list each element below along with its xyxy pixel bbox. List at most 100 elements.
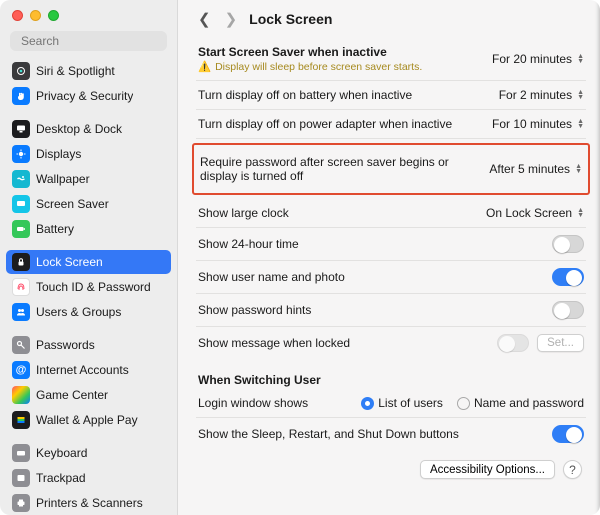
sidebar-item-label: Passwords <box>36 338 95 352</box>
stepper-icon: ▲▼ <box>577 90 584 100</box>
toggle-username-photo[interactable] <box>552 268 584 286</box>
radio-name-and-password[interactable]: Name and password <box>457 396 584 410</box>
display-icon <box>12 145 30 163</box>
large-clock-select[interactable]: On Lock Screen ▲▼ <box>486 206 584 220</box>
set-message-button[interactable]: Set... <box>537 334 584 352</box>
printer-icon <box>12 494 30 512</box>
accessibility-options-button[interactable]: Accessibility Options... <box>420 460 555 479</box>
sidebar-item-users[interactable]: Users & Groups <box>6 300 171 324</box>
row-large-clock: Show large clock On Lock Screen ▲▼ <box>196 199 586 228</box>
row-label: Show 24-hour time <box>198 237 540 251</box>
sidebar-nav: Siri & Spotlight Privacy & Security Desk… <box>0 59 177 515</box>
row-power-off: Turn display off on power adapter when i… <box>196 110 586 139</box>
sidebar-item-label: Game Center <box>36 388 108 402</box>
sidebar-item-label: Internet Accounts <box>36 363 129 377</box>
row-label: Show message when locked <box>198 336 485 350</box>
sidebar-item-label: Wallet & Apple Pay <box>36 413 138 427</box>
key-icon <box>12 336 30 354</box>
main-panel: ❮ ❯ Lock Screen Start Screen Saver when … <box>178 0 600 515</box>
main-header: ❮ ❯ Lock Screen <box>178 0 600 34</box>
row-screensaver-inactive: Start Screen Saver when inactive ⚠️ Disp… <box>196 38 586 81</box>
sidebar-item-label: Wallpaper <box>36 172 90 186</box>
screensaver-inactive-select[interactable]: For 20 minutes ▲▼ <box>492 52 584 66</box>
sidebar-item-siri[interactable]: Siri & Spotlight <box>6 59 171 83</box>
sidebar-item-label: Lock Screen <box>36 255 103 269</box>
keyboard-icon <box>12 444 30 462</box>
sidebar-item-label: Trackpad <box>36 471 86 485</box>
at-icon: @ <box>12 361 30 379</box>
row-label: Login window shows <box>198 396 349 410</box>
back-button[interactable]: ❮ <box>196 10 213 28</box>
row-sleep-restart-buttons: Show the Sleep, Restart, and Shut Down b… <box>196 418 586 450</box>
sidebar-item-battery[interactable]: Battery <box>6 217 171 241</box>
system-settings-window: Siri & Spotlight Privacy & Security Desk… <box>0 0 600 515</box>
sidebar-item-lock-screen[interactable]: Lock Screen <box>6 250 171 274</box>
row-label: Show the Sleep, Restart, and Shut Down b… <box>198 427 540 441</box>
radio-list-of-users[interactable]: List of users <box>361 396 443 410</box>
sidebar-item-keyboard[interactable]: Keyboard <box>6 441 171 465</box>
sidebar-item-label: Keyboard <box>36 446 87 460</box>
row-require-password: Require password after screen saver begi… <box>198 151 584 187</box>
fingerprint-icon <box>12 278 30 296</box>
siri-icon <box>12 62 30 80</box>
sidebar-item-label: Users & Groups <box>36 305 121 319</box>
zoom-window-button[interactable] <box>48 10 59 21</box>
section-switching-user: When Switching User <box>196 359 586 389</box>
row-username-photo: Show user name and photo <box>196 261 586 294</box>
sidebar-item-gamecenter[interactable]: Game Center <box>6 383 171 407</box>
row-label: Show password hints <box>198 303 540 317</box>
sidebar-item-passwords[interactable]: Passwords <box>6 333 171 357</box>
window-controls <box>0 0 177 27</box>
row-label: Start Screen Saver when inactive <box>198 45 480 59</box>
settings-content: Start Screen Saver when inactive ⚠️ Disp… <box>178 34 600 515</box>
battery-off-select[interactable]: For 2 minutes ▲▼ <box>499 88 584 102</box>
search-input[interactable] <box>21 34 176 48</box>
sidebar-item-desktop[interactable]: Desktop & Dock <box>6 117 171 141</box>
footer-buttons: Accessibility Options... ? <box>196 450 586 483</box>
sidebar-item-touchid[interactable]: Touch ID & Password <box>6 275 171 299</box>
power-off-select[interactable]: For 10 minutes ▲▼ <box>492 117 584 131</box>
sidebar-item-screensaver[interactable]: Screen Saver <box>6 192 171 216</box>
wallpaper-icon <box>12 170 30 188</box>
warning-icon: ⚠️ <box>198 60 211 73</box>
require-password-select[interactable]: After 5 minutes ▲▼ <box>489 162 582 176</box>
toggle-message-locked[interactable] <box>497 334 529 352</box>
sidebar-item-label: Siri & Spotlight <box>36 64 115 78</box>
row-label: Show large clock <box>198 206 474 220</box>
close-window-button[interactable] <box>12 10 23 21</box>
stepper-icon: ▲▼ <box>577 54 584 64</box>
stepper-icon: ▲▼ <box>575 164 582 174</box>
lock-icon <box>12 253 30 271</box>
sidebar-item-internet[interactable]: @ Internet Accounts <box>6 358 171 382</box>
sidebar-item-displays[interactable]: Displays <box>6 142 171 166</box>
stepper-icon: ▲▼ <box>577 119 584 129</box>
sidebar-item-printers[interactable]: Printers & Scanners <box>6 491 171 515</box>
toggle-password-hints[interactable] <box>552 301 584 319</box>
minimize-window-button[interactable] <box>30 10 41 21</box>
row-label: Show user name and photo <box>198 270 540 284</box>
sidebar-item-trackpad[interactable]: Trackpad <box>6 466 171 490</box>
desktop-icon <box>12 120 30 138</box>
search-field[interactable] <box>10 31 167 51</box>
sidebar-item-wallpaper[interactable]: Wallpaper <box>6 167 171 191</box>
sidebar-item-privacy[interactable]: Privacy & Security <box>6 84 171 108</box>
row-label: Turn display off on battery when inactiv… <box>198 88 487 102</box>
sidebar-item-label: Printers & Scanners <box>36 496 143 510</box>
forward-button[interactable]: ❯ <box>223 10 240 28</box>
row-battery-off: Turn display off on battery when inactiv… <box>196 81 586 110</box>
sidebar-item-wallet[interactable]: Wallet & Apple Pay <box>6 408 171 432</box>
row-label: Turn display off on power adapter when i… <box>198 117 480 131</box>
page-title: Lock Screen <box>249 11 332 27</box>
row-24h-time: Show 24-hour time <box>196 228 586 261</box>
row-password-hints: Show password hints <box>196 294 586 327</box>
sidebar-item-label: Screen Saver <box>36 197 109 211</box>
toggle-sleep-restart-buttons[interactable] <box>552 425 584 443</box>
wallet-icon <box>12 411 30 429</box>
help-button[interactable]: ? <box>563 460 582 479</box>
warning-text: ⚠️ Display will sleep before screen save… <box>198 60 480 73</box>
sidebar-item-label: Privacy & Security <box>36 89 133 103</box>
gamecenter-icon <box>12 386 30 404</box>
row-message-locked: Show message when locked Set... <box>196 327 586 359</box>
stepper-icon: ▲▼ <box>577 208 584 218</box>
toggle-24h-time[interactable] <box>552 235 584 253</box>
